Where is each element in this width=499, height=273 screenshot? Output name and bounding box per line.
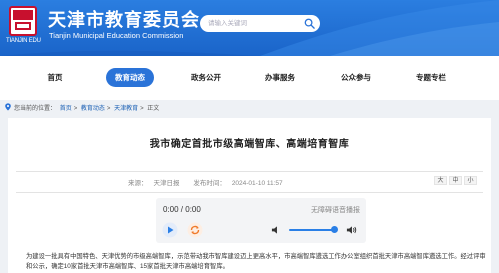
article-title: 我市确定首批市级高端智库、高端培育智库: [149, 139, 350, 150]
nav-item-government-affairs[interactable]: 政务公开: [184, 68, 228, 87]
audio-time: 0:00 / 0:00: [163, 205, 201, 214]
breadcrumb-separator: >: [73, 106, 78, 112]
audio-player: 0:00 / 0:00 无障碍语音播报: [156, 198, 366, 243]
source-label: 来源：: [128, 180, 148, 187]
logo-mark-top: [13, 10, 33, 20]
play-icon[interactable]: [162, 222, 178, 238]
breadcrumb-prefix: 您当前的位置：: [14, 106, 57, 112]
article-card: 我市确定首批市级高端智库、高端培育智库 来源： 天津日报 发布时间： 2024-01…: [8, 118, 491, 273]
breadcrumb-tianjin-education[interactable]: 天津教育: [114, 106, 138, 112]
search-input[interactable]: [208, 17, 298, 30]
site-title[interactable]: 天津市教育委员会: [48, 6, 200, 32]
site-subtitle: Tianjin Municipal Education Commission: [49, 31, 184, 40]
audio-player-note: 无障碍语音播报: [311, 207, 360, 214]
font-size-small-button[interactable]: 小: [464, 176, 477, 185]
site-logo[interactable]: [9, 6, 37, 36]
font-size-large-button[interactable]: 大: [434, 176, 447, 185]
breadcrumb-current: 正文: [147, 106, 160, 112]
search-box: [200, 15, 320, 32]
main-nav: 首页 教育动态 政务公开 办事服务 公众参与 专题专栏: [0, 56, 499, 100]
breadcrumb-separator: >: [140, 106, 144, 112]
breadcrumb-home[interactable]: 首页: [60, 106, 72, 112]
logo-caption: TIANJIN EDU: [6, 38, 41, 44]
nav-item-special-topics[interactable]: 专题专栏: [409, 68, 453, 87]
breadcrumb: 您当前的位置： 首页 > 教育动态 > 天津教育 > 正文: [0, 100, 499, 114]
volume-slider[interactable]: [289, 229, 334, 231]
breadcrumb-separator: >: [106, 106, 111, 112]
breadcrumb-education-news[interactable]: 教育动态: [81, 106, 105, 112]
logo-mark-bottom: [15, 22, 31, 30]
site-header: TIANJIN EDU 天津市教育委员会 Tianjin Municipal E…: [0, 0, 499, 56]
article-meta: 来源： 天津日报 发布时间： 2024-01-10 11:57: [128, 177, 295, 187]
font-size-medium-button[interactable]: 中: [449, 176, 462, 185]
nav-item-education-news[interactable]: 教育动态: [106, 68, 154, 87]
location-icon: [5, 103, 11, 111]
volume-mute-icon[interactable]: [271, 225, 282, 235]
volume-up-icon[interactable]: [346, 225, 357, 235]
time-label: 发布时间：: [193, 180, 226, 187]
nav-item-public-participation[interactable]: 公众参与: [334, 68, 378, 87]
source-value: 天津日报: [153, 180, 180, 187]
search-icon[interactable]: [304, 18, 315, 29]
publish-time: 2024-01-10 11:57: [231, 180, 283, 187]
nav-item-services[interactable]: 办事服务: [258, 68, 302, 87]
volume-slider-handle[interactable]: [331, 226, 338, 233]
article-body: 为建设一批具有中国特色、天津优势的市级高端智库，示范带动我市智库建设迈上更高水平…: [26, 253, 486, 270]
nav-item-home[interactable]: 首页: [40, 68, 70, 87]
loop-icon[interactable]: [187, 222, 203, 238]
